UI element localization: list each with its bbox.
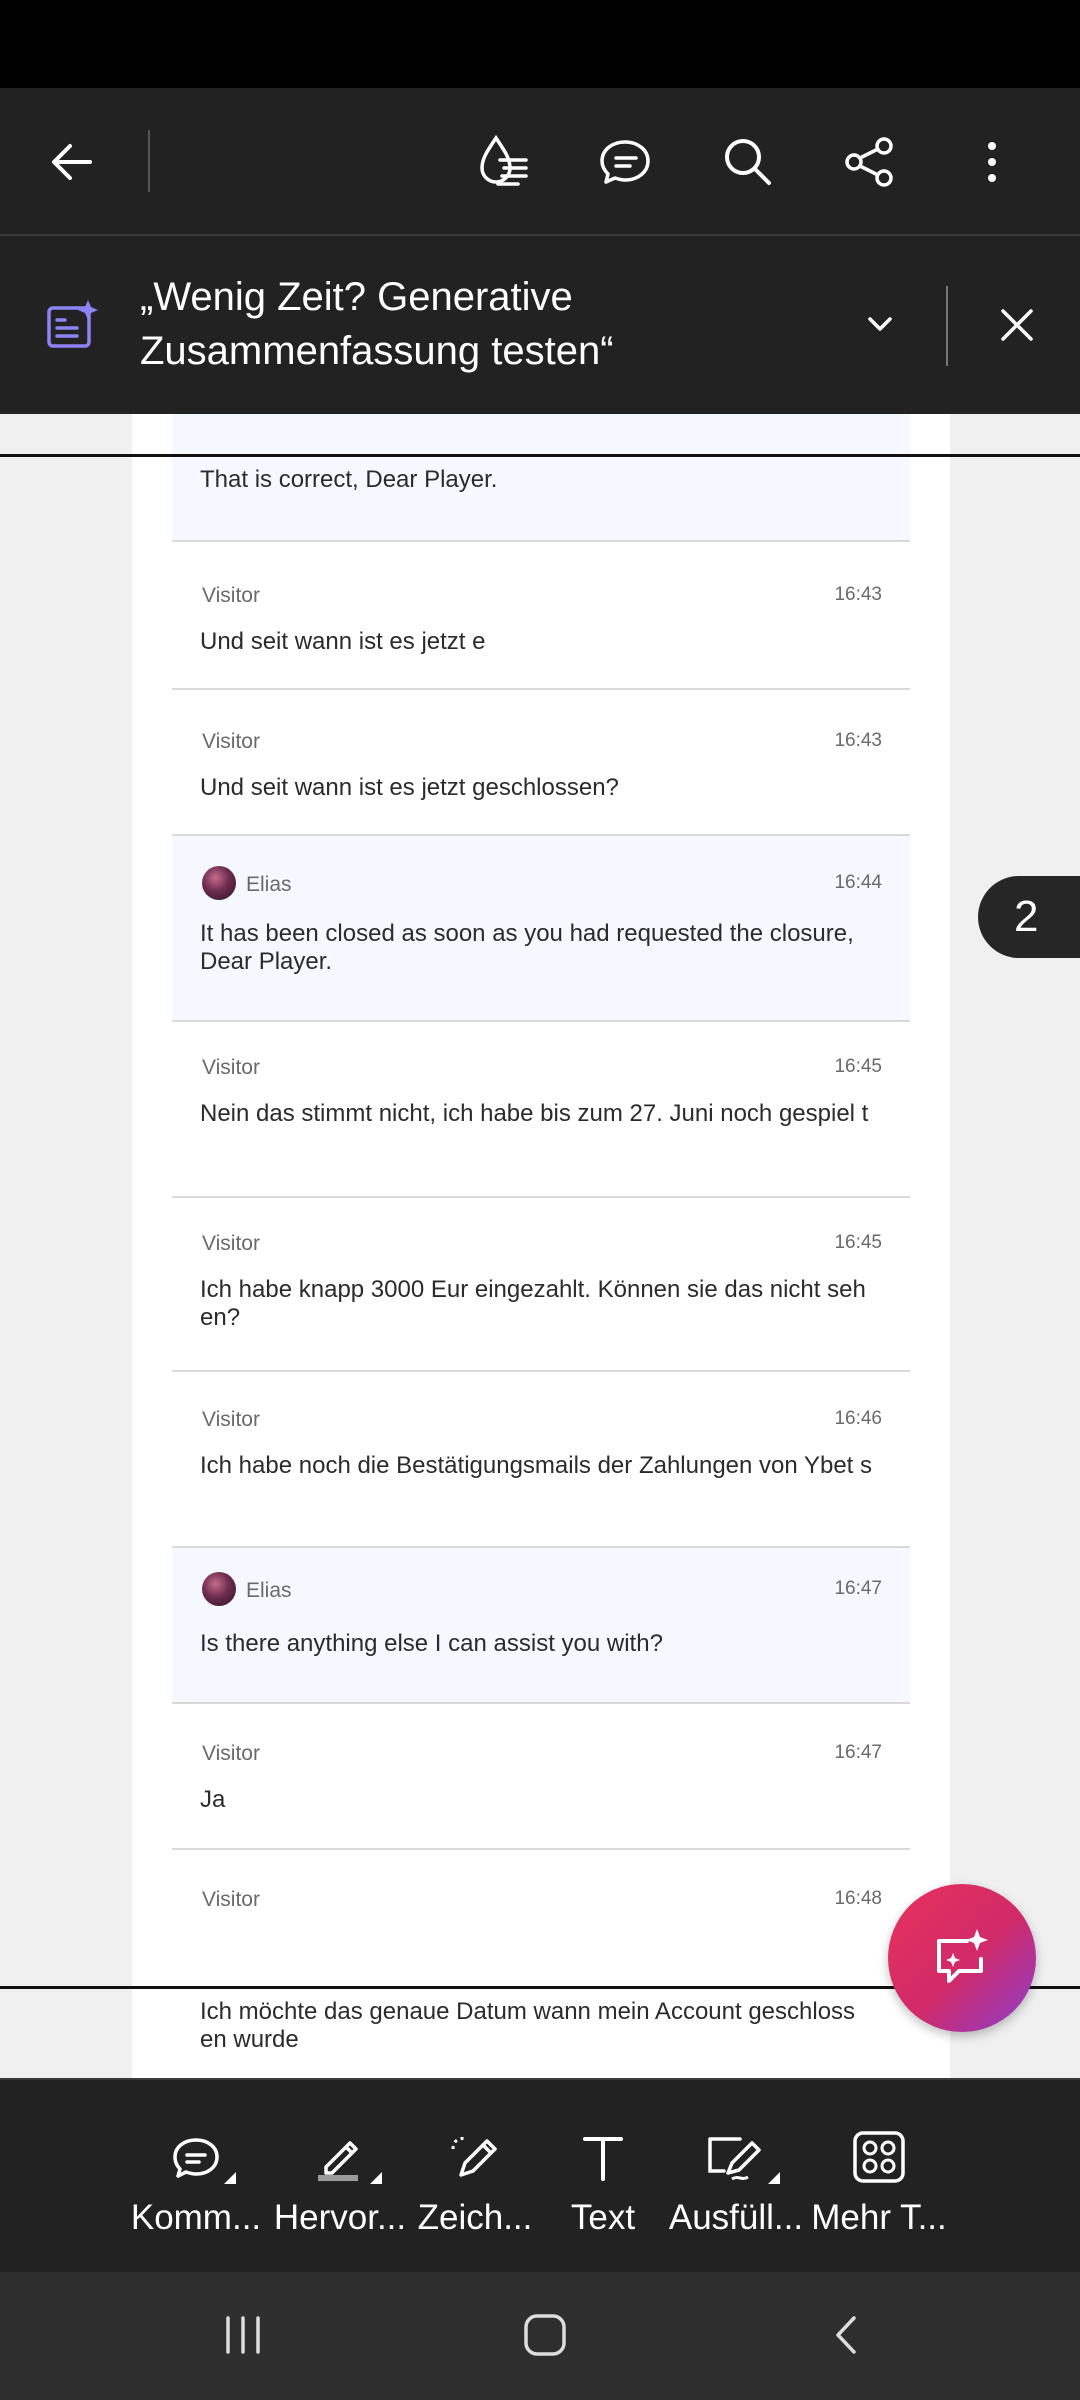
document-viewer[interactable]: That is correct, Dear Player. Visitor 16…: [0, 414, 1080, 2078]
tool-more[interactable]: Mehr T...: [806, 2080, 952, 2274]
system-navigation-bar: [0, 2272, 1080, 2400]
chat-message: Visitor 16:47 Ja: [172, 1704, 910, 1850]
more-tools-icon: [851, 2124, 907, 2190]
message-time: 16:43: [834, 584, 882, 605]
highlight-icon: [310, 2124, 382, 2190]
message-text: Ja: [200, 1786, 226, 1813]
tool-label: Ausfüll...: [668, 2198, 804, 2237]
ai-summary-icon: [46, 298, 102, 352]
message-sender: Elias: [246, 873, 292, 896]
banner-divider: [946, 286, 948, 366]
summary-banner-title: „Wenig Zeit? Generative Zusammenfassung …: [140, 275, 614, 373]
share-icon[interactable]: [838, 130, 902, 194]
fill-sign-icon: [704, 2124, 780, 2190]
more-options-icon[interactable]: [960, 130, 1024, 194]
message-time: 16:43: [834, 730, 882, 751]
tool-label: Mehr T...: [811, 2198, 947, 2237]
generative-summary-banner[interactable]: „Wenig Zeit? Generative Zusammenfassung …: [0, 236, 1080, 414]
message-time: 16:47: [834, 1578, 882, 1599]
page-number-badge[interactable]: 2: [978, 876, 1080, 958]
message-text: Ich habe noch die Bestätigungsmails der …: [200, 1452, 872, 1479]
message-sender: Visitor: [202, 1408, 260, 1431]
tool-label: Zeich...: [417, 2198, 533, 2237]
tool-label: Text: [570, 2198, 636, 2237]
draw-icon: [445, 2124, 505, 2190]
tool-text[interactable]: Text: [560, 2080, 646, 2274]
tool-highlight[interactable]: Hervor...: [272, 2080, 408, 2274]
tool-label: Komm...: [130, 2198, 262, 2237]
liquid-mode-icon[interactable]: [472, 130, 536, 194]
message-sender: Visitor: [202, 584, 260, 607]
tool-draw[interactable]: Zeich...: [410, 2080, 540, 2274]
message-sender: Visitor: [202, 1056, 260, 1079]
back-nav-icon[interactable]: [802, 2300, 892, 2370]
chat-message-agent: Elias 16:47 Is there anything else I can…: [172, 1548, 910, 1704]
message-sender: Visitor: [202, 1232, 260, 1255]
chevron-down-icon[interactable]: [856, 300, 904, 348]
comment-icon: [168, 2124, 236, 2190]
message-sender: Visitor: [202, 730, 260, 753]
message-time: 16:48: [834, 1888, 882, 1909]
message-time: 16:47: [834, 1742, 882, 1763]
chat-message-partial: That is correct, Dear Player.: [172, 414, 910, 542]
chat-message: Visitor 16:45 Ich habe knapp 3000 Eur ei…: [172, 1198, 910, 1372]
recent-apps-icon[interactable]: [198, 2300, 288, 2370]
message-sender: Elias: [246, 1579, 292, 1602]
message-text: It has been closed as soon as you had re…: [200, 920, 854, 975]
tool-label: Hervor...: [273, 2198, 407, 2237]
toolbar-divider: [148, 130, 150, 192]
chat-message-agent: Elias 16:44 It has been closed as soon a…: [172, 836, 910, 1022]
message-text: Ich möchte das genaue Datum wann mein Ac…: [200, 1998, 856, 2053]
status-bar: [0, 0, 1080, 88]
chat-message: Visitor 16:46 Ich habe noch die Bestätig…: [172, 1372, 910, 1548]
chat-message: Visitor 16:43 Und seit wann ist es jetzt…: [172, 690, 910, 836]
text-icon: [579, 2124, 627, 2190]
back-arrow-icon[interactable]: [40, 130, 104, 194]
top-toolbar: [0, 88, 1080, 236]
avatar: [202, 1572, 236, 1606]
close-icon[interactable]: [992, 300, 1042, 350]
message-time: 16:45: [834, 1056, 882, 1077]
message-time: 16:44: [834, 872, 882, 893]
message-text: Nein das stimmt nicht, ich habe bis zum …: [200, 1100, 869, 1127]
search-icon[interactable]: [716, 130, 780, 194]
comments-icon[interactable]: [594, 130, 658, 194]
message-text: Ich habe knapp 3000 Eur eingezahlt. Könn…: [200, 1276, 866, 1331]
tool-comment[interactable]: Komm...: [128, 2080, 264, 2274]
avatar: [202, 866, 236, 900]
chat-message: Visitor 16:45 Nein das stimmt nicht, ich…: [172, 1022, 910, 1198]
message-text: Is there anything else I can assist you …: [200, 1630, 663, 1657]
page-break-line: [0, 454, 1080, 457]
home-icon[interactable]: [500, 2300, 590, 2370]
chat-message-next-page: Ich möchte das genaue Datum wann mein Ac…: [172, 1982, 910, 2078]
message-text: Und seit wann ist es jetzt e: [200, 628, 486, 655]
message-text: That is correct, Dear Player.: [200, 466, 498, 493]
message-time: 16:45: [834, 1232, 882, 1253]
document-page: That is correct, Dear Player. Visitor 16…: [132, 414, 950, 2078]
chat-message: Visitor 16:43 Und seit wann ist es jetzt…: [172, 542, 910, 690]
chat-message: Visitor 16:48: [172, 1850, 910, 1978]
message-sender: Visitor: [202, 1888, 260, 1911]
message-time: 16:46: [834, 1408, 882, 1429]
ai-chat-sparkle-icon: [937, 1929, 988, 1983]
ai-assistant-button[interactable]: [888, 1884, 1036, 2032]
bottom-toolbar: Komm... Hervor... Zeich... Text Ausfüll.…: [0, 2078, 1080, 2272]
message-sender: Visitor: [202, 1742, 260, 1765]
message-text: Und seit wann ist es jetzt geschlossen?: [200, 774, 619, 801]
tool-fill-sign[interactable]: Ausfüll...: [664, 2080, 808, 2274]
